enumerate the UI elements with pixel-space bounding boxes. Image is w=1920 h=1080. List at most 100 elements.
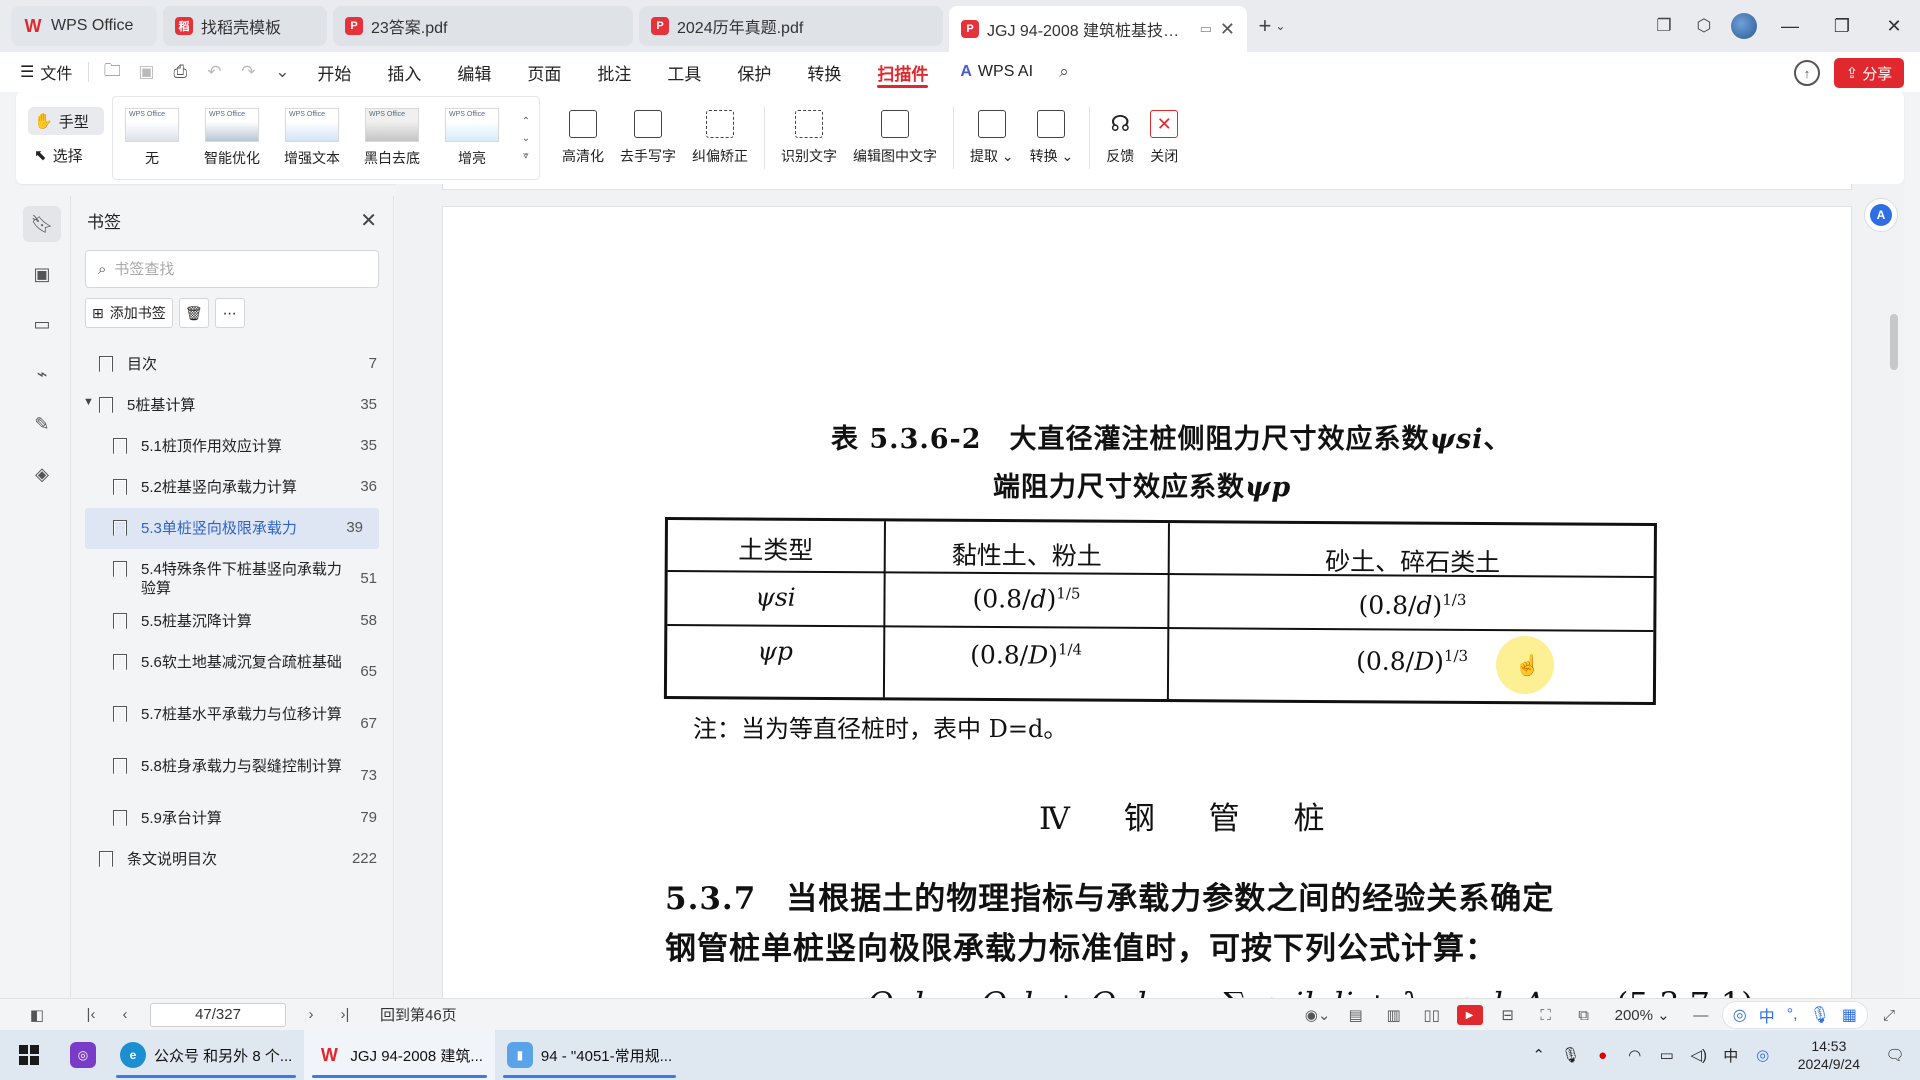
- wps-ai-button[interactable]: A WPS AI: [946, 63, 1047, 81]
- dual-page-icon[interactable]: ▯▯: [1415, 1006, 1449, 1024]
- wifi-icon[interactable]: ◠: [1624, 1046, 1646, 1064]
- single-page-icon[interactable]: ▤: [1339, 1006, 1373, 1024]
- filter-none[interactable]: 无: [119, 108, 185, 168]
- bookmark-search-input[interactable]: [114, 260, 366, 278]
- tab-pdf-exams[interactable]: P 2024历年真题.pdf: [639, 6, 943, 46]
- bookmark-item[interactable]: 5.7桩基水平承载力与位移计算 67: [71, 694, 393, 746]
- reading-mode-icon[interactable]: ⊟: [1491, 1006, 1525, 1024]
- volume-icon[interactable]: ◁): [1688, 1046, 1710, 1064]
- deskew-button[interactable]: 纠偏矫正: [684, 110, 756, 166]
- bookmark-item[interactable]: 5.6软土地基减沉复合疏桩基础 65: [71, 642, 393, 694]
- bookmark-item[interactable]: 5.1桩顶作用效应计算 35: [71, 426, 393, 467]
- restore-button[interactable]: ❐: [1816, 6, 1868, 46]
- menu-edit[interactable]: 编辑: [439, 52, 509, 92]
- close-panel-icon[interactable]: ✕: [360, 208, 377, 233]
- tab-pdf-answers[interactable]: P 23答案.pdf: [333, 6, 633, 46]
- more-options-button[interactable]: ⋯: [214, 298, 245, 328]
- chevron-down-icon[interactable]: ⌄: [522, 133, 530, 144]
- taskbar-app-notes[interactable]: ▮ 94 - "4051-常用规...: [495, 1030, 684, 1080]
- menu-tools[interactable]: 工具: [649, 52, 719, 92]
- continuous-page-icon[interactable]: ▥: [1377, 1006, 1411, 1024]
- bookmark-item[interactable]: 条文说明目次 222: [71, 839, 393, 880]
- chevron-up-icon[interactable]: ⌃: [522, 116, 530, 127]
- attachment-icon[interactable]: ⌁: [23, 356, 61, 392]
- extract-button[interactable]: 提取 ⌄: [962, 110, 1022, 166]
- remove-handwriting-button[interactable]: 去手写字: [612, 110, 684, 166]
- menu-comment[interactable]: 批注: [579, 52, 649, 92]
- menu-scan[interactable]: 扫描件: [859, 52, 946, 92]
- first-page-icon[interactable]: |‹: [74, 1006, 108, 1023]
- document-viewport[interactable]: 表 5.3.6-2 大直径灌注桩侧阻力尺寸效应系数ψsi、 端阻力尺寸效应系数ψ…: [396, 184, 1904, 998]
- bookmark-item[interactable]: 5.2桩基竖向承载力计算 36: [71, 467, 393, 508]
- start-button[interactable]: [0, 1030, 58, 1080]
- filter-smart-optimize[interactable]: 智能优化: [199, 108, 265, 168]
- tab-list-icon[interactable]: ❐: [1644, 6, 1684, 46]
- battery-icon[interactable]: ▭: [1656, 1046, 1678, 1064]
- menu-start[interactable]: 开始: [299, 52, 369, 92]
- bookmark-search[interactable]: ⌕: [85, 250, 379, 288]
- page-number-input[interactable]: 47/327: [150, 1002, 286, 1027]
- ai-assistant-button[interactable]: A: [1864, 198, 1898, 232]
- ime-toolbar[interactable]: ◎ 中 °, 🎙︎ ▦: [1721, 1001, 1868, 1029]
- taskbar-app-edge[interactable]: e 公众号 和另外 8 个...: [108, 1030, 304, 1080]
- print-icon[interactable]: ⎙: [163, 52, 197, 92]
- filter-brighten[interactable]: 增亮: [439, 108, 505, 168]
- fit-page-icon[interactable]: ⛶: [1529, 1007, 1563, 1024]
- expand-icon[interactable]: ⩔: [523, 150, 529, 161]
- clock[interactable]: 14:53 2024/9/24: [1784, 1037, 1874, 1073]
- crop-icon[interactable]: ⧉: [1567, 1007, 1601, 1024]
- next-page-icon[interactable]: ›: [294, 1006, 328, 1023]
- zoom-out-icon[interactable]: —: [1684, 1007, 1718, 1024]
- bookmark-item[interactable]: ▼ 5桩基计算 35: [71, 385, 393, 426]
- save-icon[interactable]: ▣: [129, 52, 163, 92]
- play-slideshow-icon[interactable]: ▶: [1453, 1005, 1487, 1025]
- edit-image-text-button[interactable]: 编辑图中文字: [845, 110, 945, 166]
- bookmark-item[interactable]: 目次 7: [71, 344, 393, 385]
- close-window-button[interactable]: ✕: [1868, 6, 1920, 46]
- bookmark-item[interactable]: 5.5桩基沉降计算 58: [71, 601, 393, 642]
- bookmark-item[interactable]: 5.4特殊条件下桩基竖向承载力验算 51: [71, 549, 393, 601]
- open-folder-icon[interactable]: 🗀: [95, 52, 129, 92]
- last-page-icon[interactable]: ›|: [328, 1006, 362, 1023]
- collapse-triangle-icon[interactable]: ▼: [83, 396, 95, 408]
- hd-button[interactable]: 高清化: [554, 110, 612, 166]
- menu-protect[interactable]: 保护: [719, 52, 789, 92]
- filter-bw-clean[interactable]: 黑白去底: [359, 108, 425, 168]
- thumbnail-icon[interactable]: ▣: [23, 256, 61, 292]
- close-tab-icon[interactable]: ✕: [1220, 19, 1235, 40]
- layers-icon[interactable]: ◈: [23, 456, 61, 492]
- cube-icon[interactable]: ⬡: [1684, 6, 1724, 46]
- prev-page-icon[interactable]: ‹: [108, 1006, 142, 1023]
- back-to-page-link[interactable]: 回到第46页: [380, 1004, 457, 1025]
- select-tool-button[interactable]: ⬉ 选择: [28, 141, 104, 169]
- menu-page[interactable]: 页面: [509, 52, 579, 92]
- tray-overflow-icon[interactable]: ⌃: [1528, 1046, 1550, 1064]
- new-tab-button[interactable]: + ⌄: [1250, 6, 1294, 46]
- zoom-level[interactable]: 200% ⌄: [1605, 1006, 1680, 1024]
- monitor-icon[interactable]: ▭: [1200, 21, 1212, 37]
- delete-bookmark-button[interactable]: 🗑︎: [178, 298, 209, 328]
- ocr-button[interactable]: 识别文字: [773, 110, 845, 166]
- gallery-scroll[interactable]: ⌃ ⌄ ⩔: [519, 116, 533, 161]
- comment-icon[interactable]: ▭: [23, 306, 61, 342]
- file-menu[interactable]: ☰ 文件: [16, 60, 82, 84]
- search-icon[interactable]: ⌕: [1047, 52, 1081, 92]
- minimize-button[interactable]: —: [1764, 6, 1816, 46]
- notification-icon[interactable]: 🗨︎: [1884, 1046, 1906, 1064]
- bookmark-panel-icon[interactable]: 🔖︎: [23, 206, 61, 242]
- convert-button[interactable]: 转换 ⌄: [1022, 110, 1082, 166]
- redo-icon[interactable]: ↷: [231, 52, 265, 92]
- tab-template[interactable]: 稻 找稻壳模板: [163, 6, 327, 46]
- ime-indicator[interactable]: 中: [1720, 1045, 1742, 1066]
- add-bookmark-button[interactable]: ⊞ 添加书签: [85, 298, 173, 328]
- hand-tool-button[interactable]: ✋ 手型: [28, 107, 104, 135]
- bookmark-item-selected[interactable]: 5.3单桩竖向极限承载力 39: [85, 508, 379, 549]
- avatar[interactable]: [1724, 6, 1764, 46]
- signature-icon[interactable]: ✎: [23, 406, 61, 442]
- tab-active-document[interactable]: P JGJ 94-2008 建筑桩基技术规范 ▭ ✕: [949, 6, 1247, 52]
- share-button[interactable]: ⇪ 分享: [1834, 58, 1904, 88]
- cloud-sync-icon[interactable]: ↑: [1794, 60, 1820, 86]
- tab-wps-home[interactable]: W WPS Office: [11, 6, 157, 46]
- sidebar-toggle-icon[interactable]: ◧: [20, 1006, 54, 1024]
- ime-logo-icon[interactable]: ◎: [1752, 1046, 1774, 1064]
